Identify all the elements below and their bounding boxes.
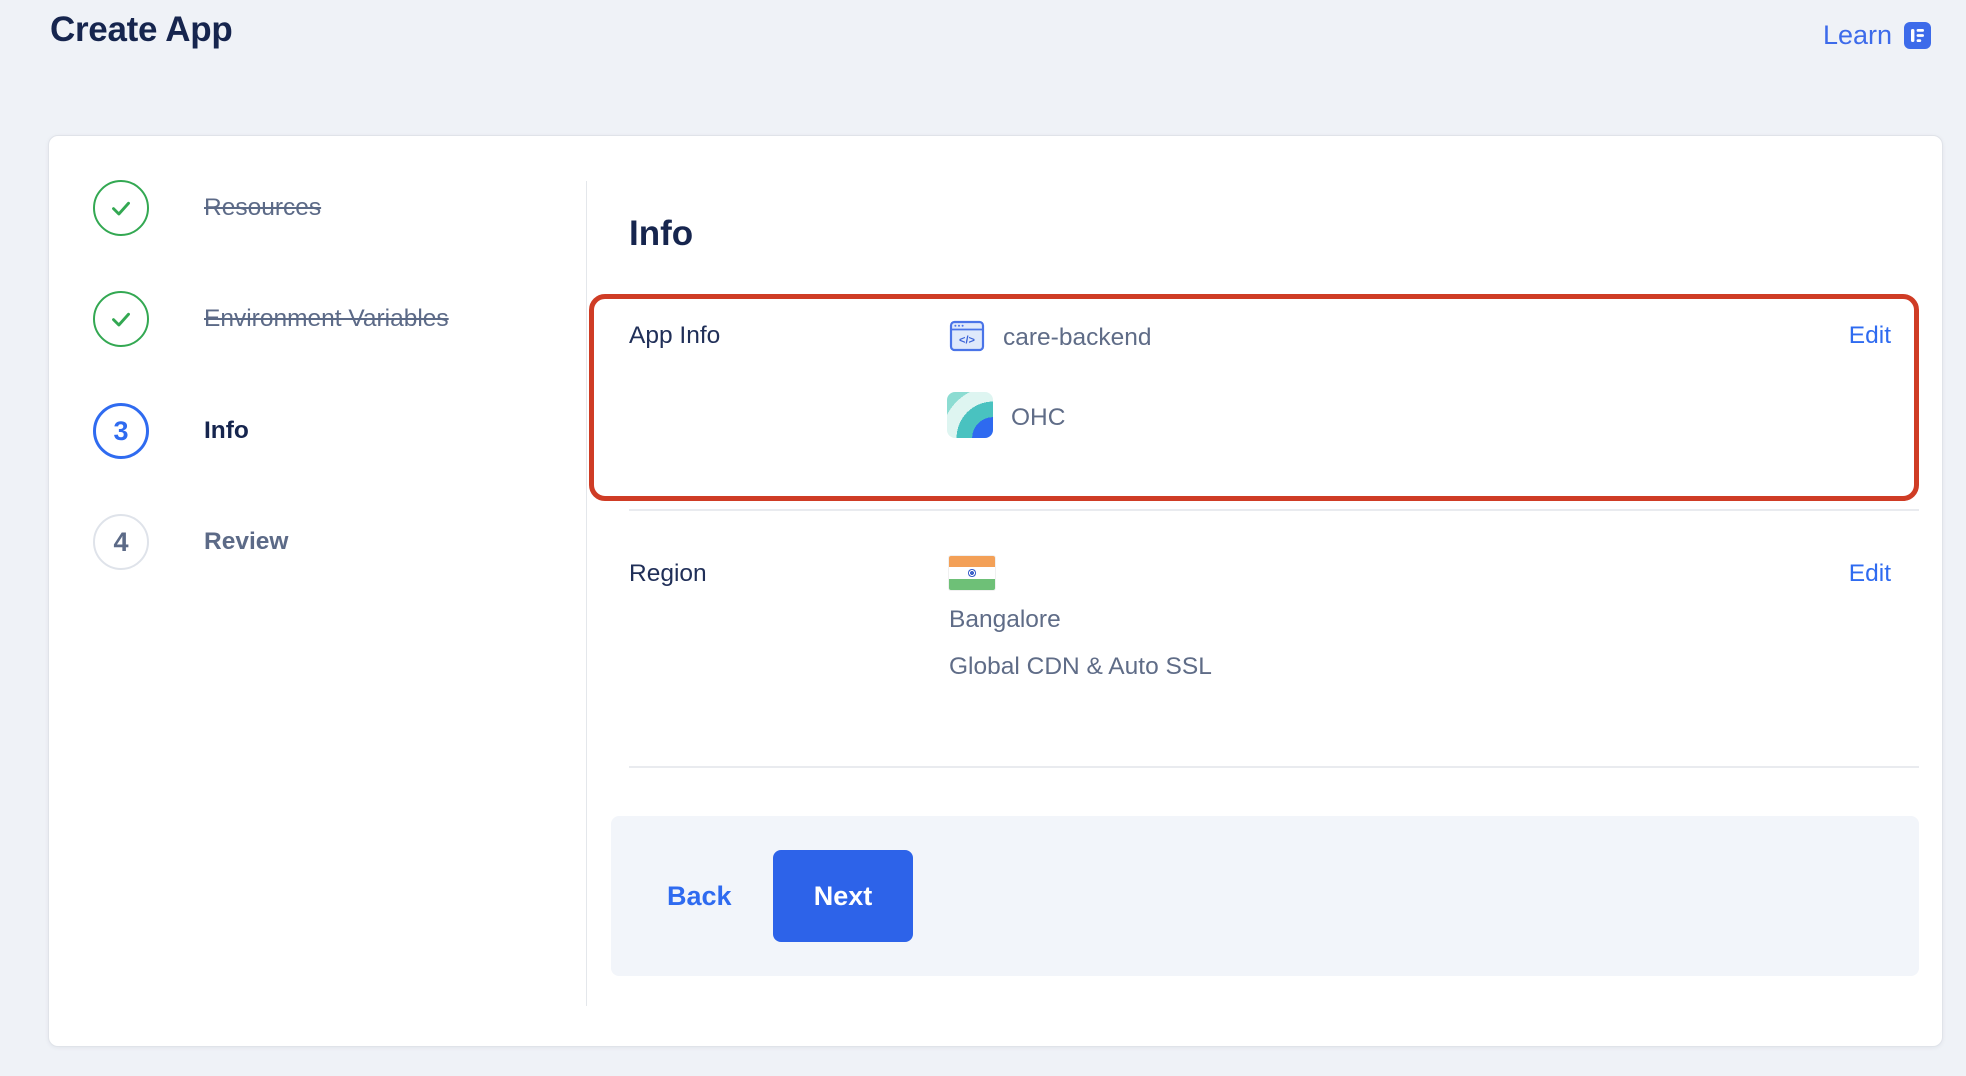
section-divider — [629, 766, 1919, 768]
create-app-page: Create App Learn Resources — [0, 0, 1966, 1076]
next-button[interactable]: Next — [773, 850, 913, 942]
wizard-footer: Back Next — [611, 816, 1919, 976]
learn-link[interactable]: Learn — [1823, 20, 1932, 51]
step-info[interactable]: 3 Info — [93, 403, 249, 459]
sidebar-divider — [586, 181, 587, 1006]
app-name: care-backend — [1003, 324, 1151, 352]
edit-region-link[interactable]: Edit — [1849, 560, 1891, 588]
back-button[interactable]: Back — [661, 816, 738, 976]
step-number: 3 — [113, 416, 128, 447]
step-label: Environment Variables — [204, 305, 449, 333]
step-number-badge: 3 — [93, 403, 149, 459]
svg-text:</>: </> — [959, 335, 975, 347]
check-icon — [93, 180, 149, 236]
edit-app-info-link[interactable]: Edit — [1849, 322, 1891, 350]
step-number: 4 — [113, 527, 128, 558]
section-divider — [629, 509, 1919, 511]
step-number-badge: 4 — [93, 514, 149, 570]
ohc-logo — [947, 392, 993, 438]
check-icon — [93, 291, 149, 347]
info-step-content: Info App Info </> care-backend OHC Edit … — [611, 136, 1919, 1048]
wizard-card: Resources Environment Variables 3 Info — [48, 135, 1943, 1047]
india-flag-icon — [949, 556, 995, 590]
step-label: Review — [204, 528, 288, 556]
app-info-label: App Info — [629, 322, 720, 350]
step-environment-variables[interactable]: Environment Variables — [93, 291, 449, 347]
content-heading: Info — [629, 214, 693, 254]
chakra-icon — [967, 568, 977, 578]
learn-label: Learn — [1823, 20, 1892, 51]
region-label: Region — [629, 560, 707, 588]
region-features: Global CDN & Auto SSL — [949, 653, 1212, 681]
step-label: Info — [204, 417, 249, 445]
team-name: OHC — [1011, 404, 1065, 432]
code-window-icon: </> — [949, 318, 985, 354]
step-label: Resources — [204, 194, 321, 222]
step-review[interactable]: 4 Review — [93, 514, 288, 570]
region-city: Bangalore — [949, 606, 1061, 634]
docs-icon — [1903, 21, 1932, 50]
step-resources[interactable]: Resources — [93, 180, 321, 236]
annotation-highlight-box — [589, 294, 1919, 501]
page-title: Create App — [50, 10, 232, 50]
